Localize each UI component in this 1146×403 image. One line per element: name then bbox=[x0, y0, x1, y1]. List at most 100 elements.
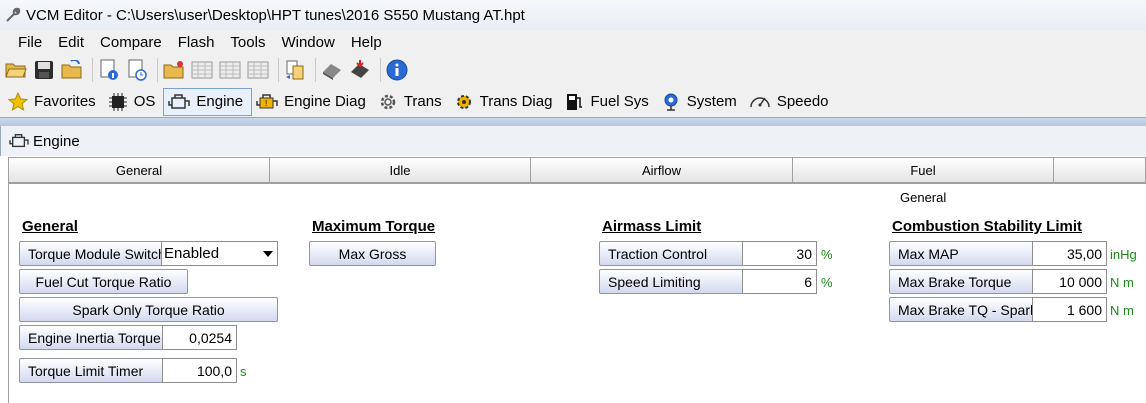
fuel-pump-icon bbox=[567, 93, 583, 110]
max-brake-tq-spark-value[interactable]: 1 600 bbox=[1032, 297, 1107, 322]
module-tab-label: Speedo bbox=[776, 93, 829, 110]
max-brake-tq-spark-button[interactable]: Max Brake TQ - Spark bbox=[889, 297, 1034, 322]
speedometer-icon bbox=[750, 96, 770, 107]
toolbar-separator bbox=[380, 58, 381, 82]
torque-module-switch-button[interactable]: Torque Module Switch bbox=[19, 241, 164, 266]
engine-inertia-torque-value[interactable]: 0,0254 bbox=[162, 325, 237, 350]
table-icon[interactable] bbox=[190, 58, 214, 82]
torque-limit-timer-value[interactable]: 100,0 bbox=[162, 358, 237, 383]
sub-tab-bar: General Idle Airflow Fuel bbox=[8, 157, 1146, 183]
module-tab-favorites[interactable]: Favorites bbox=[4, 88, 104, 116]
subtab-airflow[interactable]: Airflow bbox=[531, 157, 793, 183]
param-label: Engine Inertia Torque bbox=[28, 329, 161, 346]
menu-bar: File Edit Compare Flash Tools Window Hel… bbox=[0, 30, 1146, 54]
module-tab-engine-diag[interactable]: ! Engine Diag bbox=[252, 88, 374, 116]
max-map-button[interactable]: Max MAP bbox=[889, 241, 1034, 266]
maximum-torque-heading: Maximum Torque bbox=[312, 218, 436, 235]
torque-module-switch-select[interactable]: Enabled bbox=[161, 241, 278, 266]
toolbar bbox=[0, 54, 1146, 86]
module-tab-fuel-sys[interactable]: Fuel Sys bbox=[560, 88, 656, 116]
menu-flash[interactable]: Flash bbox=[170, 34, 223, 51]
wrench-icon bbox=[6, 7, 21, 22]
module-tab-label: Engine bbox=[196, 93, 244, 110]
module-tab-label: OS bbox=[133, 93, 156, 110]
table-icon[interactable] bbox=[246, 58, 270, 82]
module-tab-label: Trans Diag bbox=[479, 93, 553, 110]
chip-icon bbox=[108, 92, 127, 111]
max-map-value[interactable]: 35,00 bbox=[1032, 241, 1107, 266]
traction-control-value[interactable]: 30 bbox=[742, 241, 817, 266]
max-map-unit: inHg bbox=[1110, 247, 1137, 262]
menu-window[interactable]: Window bbox=[273, 34, 342, 51]
torque-limit-timer-button[interactable]: Torque Limit Timer bbox=[19, 358, 164, 383]
open-icon[interactable] bbox=[4, 58, 28, 82]
write-vehicle-icon[interactable] bbox=[348, 58, 372, 82]
save-icon[interactable] bbox=[32, 58, 56, 82]
save-as-icon[interactable] bbox=[60, 58, 84, 82]
star-icon bbox=[8, 91, 28, 111]
param-label: Max MAP bbox=[898, 245, 959, 262]
file-info-icon[interactable] bbox=[97, 58, 121, 82]
menu-tools[interactable]: Tools bbox=[222, 34, 273, 51]
system-icon bbox=[664, 93, 678, 111]
param-label: Speed Limiting bbox=[608, 273, 701, 290]
subtab-idle[interactable]: Idle bbox=[270, 157, 531, 183]
menu-file[interactable]: File bbox=[10, 34, 50, 51]
module-tab-os[interactable]: OS bbox=[104, 88, 164, 116]
subtab-general[interactable]: General bbox=[8, 157, 270, 183]
max-brake-torque-button[interactable]: Max Brake Torque bbox=[889, 269, 1034, 294]
speed-limiting-button[interactable]: Speed Limiting bbox=[599, 269, 744, 294]
max-brake-torque-value[interactable]: 10 000 bbox=[1032, 269, 1107, 294]
read-vehicle-icon[interactable] bbox=[320, 58, 344, 82]
speed-limiting-value[interactable]: 6 bbox=[742, 269, 817, 294]
module-bar: Favorites OS Engine ! Engine Diag Trans … bbox=[0, 86, 1146, 118]
menu-help[interactable]: Help bbox=[343, 34, 390, 51]
general-heading: General bbox=[22, 218, 78, 235]
module-tab-trans[interactable]: Trans bbox=[374, 88, 450, 116]
traction-control-unit: % bbox=[821, 247, 833, 262]
engine-inertia-torque-button[interactable]: Engine Inertia Torque bbox=[19, 325, 164, 350]
airmass-limit-heading: Airmass Limit bbox=[602, 218, 702, 235]
engine-icon bbox=[9, 134, 29, 148]
menu-edit[interactable]: Edit bbox=[50, 34, 92, 51]
module-tab-speedo[interactable]: Speedo bbox=[745, 88, 837, 116]
svg-text:!: ! bbox=[265, 99, 267, 108]
max-brake-tq-spark-unit: N m bbox=[1110, 303, 1134, 318]
traction-control-button[interactable]: Traction Control bbox=[599, 241, 744, 266]
open-folder-icon[interactable] bbox=[162, 58, 186, 82]
module-tab-label: Trans bbox=[403, 93, 442, 110]
table-icon[interactable] bbox=[218, 58, 242, 82]
title-bar: VCM Editor - C:\Users\user\Desktop\HPT t… bbox=[0, 0, 1146, 30]
engine-icon bbox=[168, 93, 191, 109]
param-label: Torque Limit Timer bbox=[28, 362, 144, 379]
toolbar-separator bbox=[157, 58, 158, 82]
module-tab-label: Engine Diag bbox=[284, 93, 366, 110]
max-brake-torque-unit: N m bbox=[1110, 275, 1134, 290]
spark-only-torque-ratio-button[interactable]: Spark Only Torque Ratio bbox=[19, 297, 278, 322]
engine-diag-icon: ! bbox=[256, 93, 278, 108]
combustion-stability-limit-heading: Combustion Stability Limit bbox=[892, 218, 1082, 235]
section-caption: General bbox=[900, 190, 947, 205]
max-gross-button[interactable]: Max Gross bbox=[309, 241, 436, 266]
info-icon[interactable] bbox=[385, 58, 409, 82]
fuel-cut-torque-ratio-button[interactable]: Fuel Cut Torque Ratio bbox=[19, 269, 188, 294]
panel-divider bbox=[0, 118, 1146, 126]
toolbar-separator bbox=[315, 58, 316, 82]
module-tab-label: Fuel Sys bbox=[590, 93, 649, 110]
panel-header: Engine bbox=[0, 126, 1146, 156]
subtab-fuel[interactable]: Fuel bbox=[793, 157, 1054, 183]
select-value: Enabled bbox=[164, 245, 220, 262]
module-tab-engine[interactable]: Engine bbox=[163, 87, 253, 116]
toolbar-separator bbox=[92, 58, 93, 82]
file-history-icon[interactable] bbox=[125, 58, 149, 82]
param-label: Max Brake TQ - Spark bbox=[898, 301, 1034, 318]
module-tab-system[interactable]: System bbox=[657, 88, 745, 116]
menu-compare[interactable]: Compare bbox=[92, 34, 170, 51]
module-tab-trans-diag[interactable]: Trans Diag bbox=[450, 88, 561, 116]
torque-limit-timer-unit: s bbox=[240, 364, 247, 379]
gear-icon bbox=[380, 94, 396, 109]
subtab-more[interactable] bbox=[1054, 157, 1146, 183]
param-label: Torque Module Switch bbox=[28, 245, 164, 262]
compare-icon[interactable] bbox=[283, 58, 307, 82]
window-title: VCM Editor - C:\Users\user\Desktop\HPT t… bbox=[26, 6, 525, 24]
